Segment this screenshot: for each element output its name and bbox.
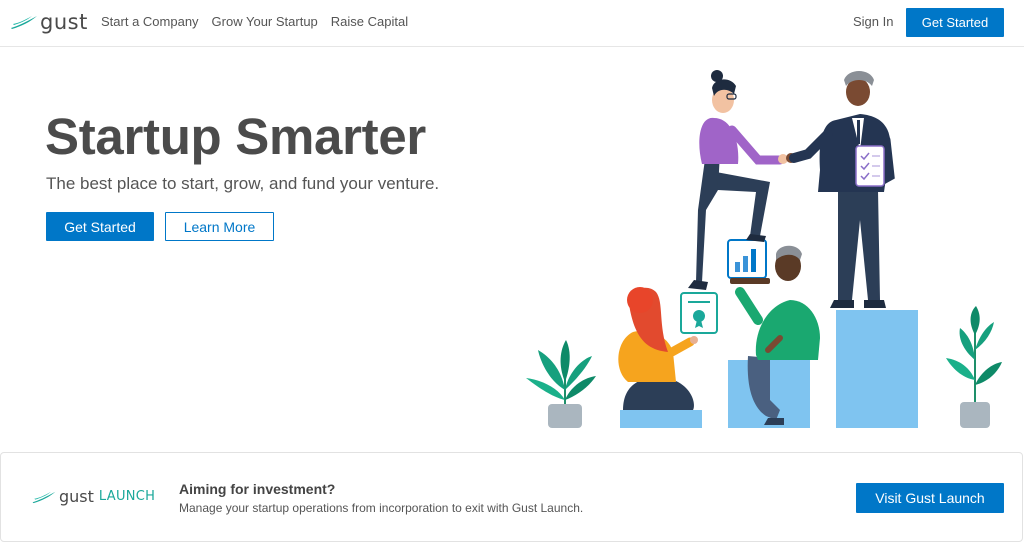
gust-launch-logo[interactable]: gust LAUNCH <box>31 487 155 506</box>
hero-title: Startup Smarter <box>45 108 426 165</box>
checklist-icon <box>855 145 885 187</box>
banner-description: Manage your startup operations from inco… <box>179 501 584 515</box>
gust-launch-banner: gust LAUNCH Aiming for investment? Manag… <box>0 452 1023 542</box>
pillar-low <box>620 410 702 428</box>
launch-logo-gust: gust <box>59 487 94 506</box>
launch-logo-launch: LAUNCH <box>98 489 156 504</box>
logo-text: gust <box>40 10 88 34</box>
learn-more-button[interactable]: Learn More <box>165 212 274 241</box>
standing-man-figure <box>789 71 895 308</box>
gust-logo-icon <box>11 16 37 29</box>
visit-gust-launch-button[interactable]: Visit Gust Launch <box>856 483 1004 513</box>
plant-icon <box>526 340 596 428</box>
nav-link-raise-capital[interactable]: Raise Capital <box>331 14 408 30</box>
gust-logo[interactable]: gust <box>10 11 88 33</box>
plant-icon <box>946 306 1002 428</box>
nav-link-start-a-company[interactable]: Start a Company <box>101 14 199 30</box>
hero-illustration <box>526 70 1002 428</box>
nav-get-started-button[interactable]: Get Started <box>906 8 1004 37</box>
pillar-high <box>836 310 918 428</box>
nav-links: Start a Company Grow Your Startup Raise … <box>101 14 408 30</box>
top-navigation: gust Start a Company Grow Your Startup R… <box>0 0 1024 47</box>
nav-link-grow-your-startup[interactable]: Grow Your Startup <box>212 14 318 30</box>
award-icon <box>680 292 718 334</box>
bar-chart-icon <box>727 239 770 284</box>
get-started-button[interactable]: Get Started <box>46 212 154 241</box>
banner-title: Aiming for investment? <box>179 481 336 497</box>
gust-logo-icon <box>32 491 56 503</box>
hero-subtitle: The best place to start, grow, and fund … <box>46 174 440 193</box>
sign-in-link[interactable]: Sign In <box>853 14 893 30</box>
